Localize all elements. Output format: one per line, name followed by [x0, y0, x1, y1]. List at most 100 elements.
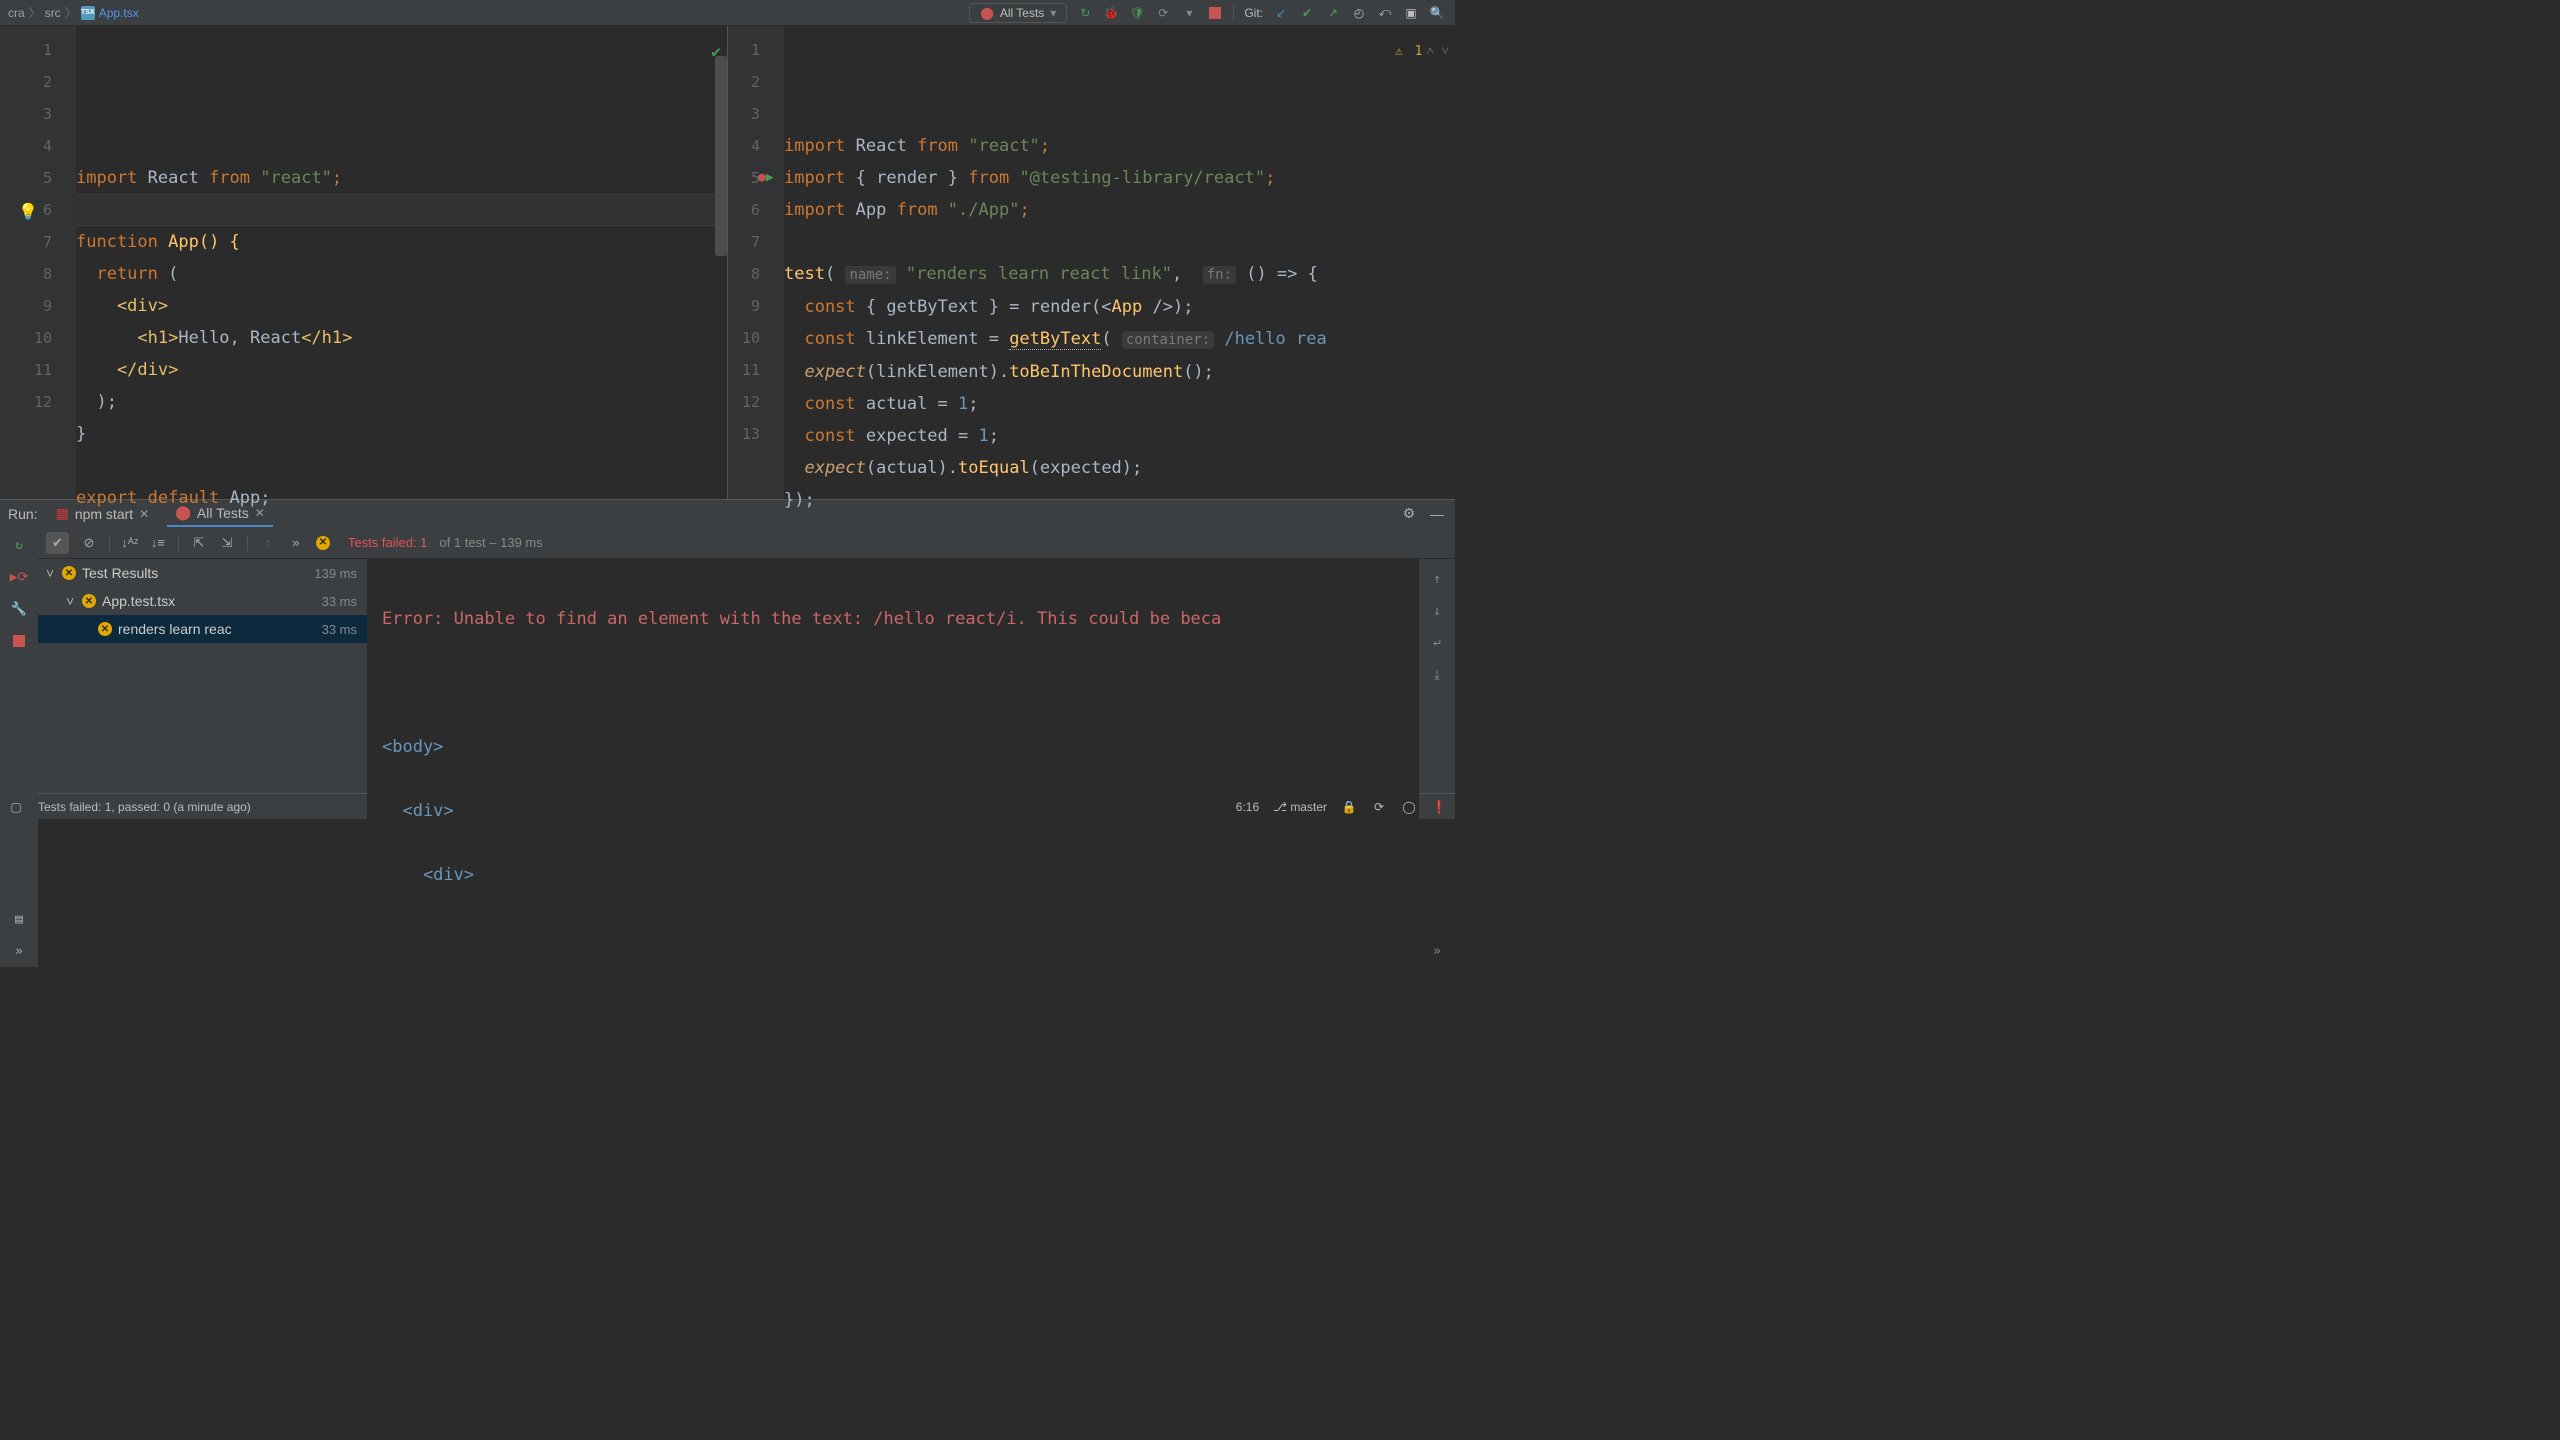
gutter-left[interactable]: 1 2 3 4 5 6 7 8 9 10 11 12: [0, 26, 76, 499]
lock-icon[interactable]: 🔒: [1341, 799, 1357, 815]
line-number[interactable]: 1: [728, 34, 760, 66]
history-icon[interactable]: ◴: [1351, 5, 1367, 21]
caret-position[interactable]: 6:16: [1236, 800, 1259, 814]
line-number[interactable]: 12: [728, 386, 760, 418]
debug-icon[interactable]: 🐞: [1103, 5, 1119, 21]
line-number[interactable]: 10: [0, 322, 52, 354]
code-token: expected =: [856, 426, 979, 446]
code-token: const: [784, 394, 856, 414]
output-line: <body>: [382, 731, 1405, 763]
line-number[interactable]: 13: [728, 418, 760, 450]
more-icon[interactable]: »: [11, 943, 27, 959]
scroll-down-icon[interactable]: ↓: [1429, 603, 1445, 619]
run-config-selector[interactable]: ⬤ All Tests ▾: [969, 3, 1067, 23]
rerun-icon[interactable]: ↻: [1077, 5, 1093, 21]
layout-config-icon[interactable]: ▤: [11, 911, 27, 927]
breadcrumb-file[interactable]: App.tsx: [99, 6, 139, 20]
line-number[interactable]: 11: [728, 354, 760, 386]
line-number[interactable]: 2: [728, 66, 760, 98]
code-area-right[interactable]: ●▶ ⚠ 1 ˄ ˅ import React from "react"; im…: [784, 26, 1455, 499]
breadcrumb-root[interactable]: cra: [8, 6, 25, 20]
run-label: Run:: [8, 506, 38, 522]
inlay-hint: fn:: [1203, 266, 1236, 284]
code-token: ();: [1183, 362, 1214, 382]
tree-test-case[interactable]: ✕ renders learn reac 33 ms: [38, 615, 367, 643]
line-number[interactable]: 2: [0, 66, 52, 98]
code-token: return: [76, 264, 158, 284]
more-icon[interactable]: »: [1429, 943, 1445, 959]
stop-icon[interactable]: [1207, 5, 1223, 21]
code-area-left[interactable]: 💡 ✔ import React from "react"; function …: [76, 26, 727, 499]
line-number[interactable]: 3: [0, 98, 52, 130]
undo-icon[interactable]: ⤺: [1377, 5, 1393, 21]
notifications-icon[interactable]: ◯: [1401, 799, 1417, 815]
gutter-right[interactable]: 1 2 3 4 5 6 7 8 9 10 11 12 13: [728, 26, 784, 499]
code-token: ;: [332, 168, 342, 188]
dropdown-icon[interactable]: ▾: [1181, 5, 1197, 21]
inspections-warning-icon[interactable]: ⚠ 1 ˄ ˅: [1395, 36, 1449, 68]
search-icon[interactable]: 🔍: [1429, 5, 1445, 21]
code-token: ;: [968, 394, 978, 414]
line-number[interactable]: 4: [728, 130, 760, 162]
line-number[interactable]: 12: [0, 386, 52, 418]
run-gutter-icon[interactable]: ●▶: [758, 162, 774, 194]
status-message: Tests failed: 1, passed: 0 (a minute ago…: [38, 800, 251, 814]
error-indicator-icon[interactable]: ❗: [1431, 799, 1447, 815]
breadcrumb-folder[interactable]: src: [45, 6, 61, 20]
code-token: test: [784, 264, 825, 284]
profile-icon[interactable]: ⟳: [1155, 5, 1171, 21]
editor-left[interactable]: 1 2 3 4 5 6 7 8 9 10 11 12 💡 ✔ import Re…: [0, 26, 728, 499]
line-number[interactable]: 5: [728, 162, 760, 194]
git-branch[interactable]: ⎇ master: [1273, 800, 1327, 814]
git-push-icon[interactable]: ↗: [1325, 5, 1341, 21]
code-token: Hello, React: [178, 328, 301, 348]
line-number[interactable]: 8: [728, 258, 760, 290]
code-token: );: [76, 392, 117, 412]
line-number[interactable]: 6: [728, 194, 760, 226]
rerun-icon[interactable]: ↻: [11, 537, 27, 553]
line-number[interactable]: 8: [0, 258, 52, 290]
code-token: });: [784, 490, 815, 510]
scroll-to-end-icon[interactable]: ⤓: [1429, 667, 1445, 683]
code-token: const: [784, 297, 856, 317]
git-label: Git:: [1244, 6, 1263, 20]
code-token: <h1>: [76, 328, 178, 348]
line-number[interactable]: 10: [728, 322, 760, 354]
line-number[interactable]: 7: [0, 226, 52, 258]
tree-label: renders learn reac: [118, 621, 232, 637]
layout-icon[interactable]: ▣: [1403, 5, 1419, 21]
intention-bulb-icon[interactable]: 💡: [18, 196, 38, 228]
line-number[interactable]: 3: [728, 98, 760, 130]
line-number[interactable]: 7: [728, 226, 760, 258]
test-tree[interactable]: ˅ ✕ Test Results 139 ms ˅ ✕ App.test.tsx…: [38, 559, 368, 967]
line-number[interactable]: 9: [728, 290, 760, 322]
git-commit-icon[interactable]: ✔: [1299, 5, 1315, 21]
code-token: />);: [1142, 297, 1193, 317]
show-passed-toggle[interactable]: ✔: [46, 532, 69, 554]
line-number[interactable]: 1: [0, 34, 52, 66]
code-token: export default: [76, 488, 219, 508]
line-number[interactable]: 11: [0, 354, 52, 386]
code-token: "renders learn react link": [896, 264, 1172, 284]
git-pull-icon[interactable]: ↙: [1273, 5, 1289, 21]
toggle-auto-test-icon[interactable]: ▶⟳: [11, 569, 27, 585]
chevron-down-icon[interactable]: ˅: [46, 565, 62, 581]
code-token: const: [784, 329, 856, 349]
output-right-toolbar: ↑ ↓ ↩ ⤓ »: [1419, 559, 1455, 967]
stop-icon[interactable]: [11, 633, 27, 649]
wrench-icon[interactable]: 🔧: [11, 601, 27, 617]
soft-wrap-icon[interactable]: ↩: [1429, 635, 1445, 651]
npm-icon: ▦: [56, 505, 69, 522]
coverage-icon[interactable]: 🛡: [1129, 5, 1145, 21]
line-number[interactable]: 9: [0, 290, 52, 322]
editor-right[interactable]: 1 2 3 4 5 6 7 8 9 10 11 12 13 ●▶ ⚠ 1 ˄ ˅…: [728, 26, 1455, 499]
fail-icon: ✕: [98, 622, 112, 636]
breadcrumb[interactable]: cra 〉 src 〉 TSX App.tsx: [0, 4, 139, 21]
code-token: getByText: [1009, 329, 1101, 350]
line-number[interactable]: 4: [0, 130, 52, 162]
tool-window-toggle-icon[interactable]: ▢: [8, 799, 24, 815]
line-number[interactable]: 5: [0, 162, 52, 194]
code-token: import: [784, 136, 845, 156]
ide-settings-sync-icon[interactable]: ⟳: [1371, 799, 1387, 815]
test-output[interactable]: Error: Unable to find an element with th…: [368, 559, 1419, 967]
